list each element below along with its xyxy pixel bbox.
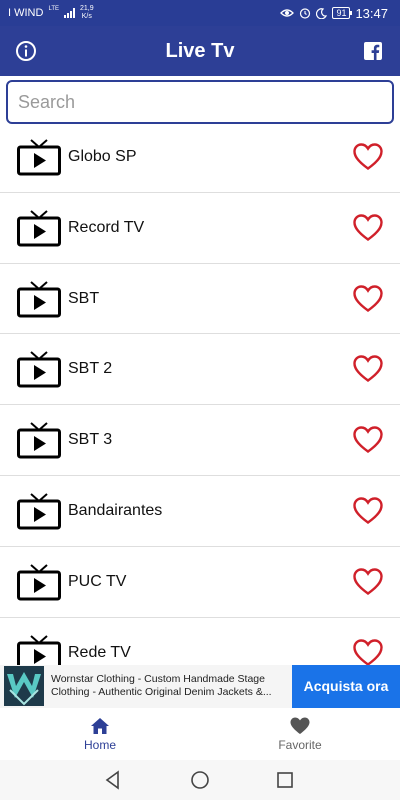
channel-name: SBT [68, 289, 100, 307]
signal-icon [64, 8, 76, 18]
list-item[interactable]: Globo SP [0, 122, 400, 193]
recents-icon[interactable] [275, 770, 295, 790]
bottom-nav: Home Favorite [0, 708, 400, 760]
channel-name: SBT 2 [68, 360, 113, 378]
channel-name: SBT 3 [68, 431, 113, 449]
tv-icon [17, 139, 61, 176]
network-type: LTE [48, 6, 60, 12]
ad-line-1: Wornstar Clothing - Custom Handmade Stag… [51, 673, 265, 685]
list-item[interactable]: SBT [0, 264, 400, 335]
eye-icon [280, 9, 295, 17]
nav-favorite-label: Favorite [278, 738, 322, 752]
home-circle-icon[interactable] [190, 770, 210, 790]
app-bar: Live Tv [0, 26, 400, 76]
channel-name: Rede TV [68, 643, 131, 661]
heart-icon [290, 717, 310, 734]
channel-name: PUC TV [68, 572, 127, 590]
list-item[interactable]: PUC TV [0, 547, 400, 618]
search-box [6, 80, 394, 124]
ad-line-2: Clothing - Authentic Original Denim Jack… [51, 686, 272, 698]
list-item[interactable]: SBT 2 [0, 334, 400, 406]
system-nav-bar [0, 760, 400, 800]
list-item[interactable]: Record TV [0, 193, 400, 264]
channel-name: Bandairantes [68, 501, 163, 519]
heart-icon[interactable] [353, 497, 383, 525]
tv-icon [17, 564, 61, 601]
tv-icon [17, 351, 61, 388]
facebook-icon[interactable] [363, 41, 383, 61]
clock: 13:47 [355, 5, 388, 21]
ad-banner[interactable]: Wornstar Clothing - Custom Handmade Stag… [0, 665, 400, 708]
nav-home[interactable]: Home [0, 708, 200, 760]
nav-home-label: Home [83, 738, 116, 752]
heart-icon[interactable] [353, 638, 383, 667]
speed-value: 21,9 [80, 5, 94, 12]
list-item[interactable]: SBT 3 [0, 405, 400, 476]
channel-name: Globo SP [68, 148, 137, 165]
heart-icon[interactable] [353, 568, 383, 596]
status-bar: I WIND LTE 21,9 K/s 91 13:47 [0, 0, 400, 26]
heart-icon[interactable] [353, 143, 383, 171]
back-icon[interactable] [103, 770, 123, 790]
battery-icon: 91 [332, 7, 353, 19]
tv-icon [17, 422, 61, 459]
tv-icon [17, 493, 61, 530]
search-input[interactable] [8, 82, 392, 122]
moon-icon [316, 7, 328, 19]
nav-favorite[interactable]: Favorite [200, 708, 400, 760]
channel-list: Globo SP Record TV SBT SBT 2 SBT 3 Banda… [0, 122, 400, 668]
heart-icon[interactable] [353, 214, 383, 242]
ad-cta-button[interactable]: Acquista ora [292, 665, 400, 708]
alarm-icon [300, 8, 311, 19]
speed-unit: K/s [81, 13, 92, 20]
heart-icon[interactable] [353, 426, 383, 454]
ad-text: Wornstar Clothing - Custom Handmade Stag… [51, 673, 286, 699]
page-title: Live Tv [165, 40, 235, 62]
network-speed: 21,9 K/s [80, 5, 94, 21]
heart-icon[interactable] [353, 284, 383, 313]
home-icon [91, 718, 109, 734]
list-item[interactable]: Rede TV [0, 618, 400, 668]
tv-icon [17, 280, 61, 318]
list-item[interactable]: Bandairantes [0, 476, 400, 547]
carrier-label: I WIND [8, 7, 44, 19]
ad-logo [4, 666, 44, 706]
tv-icon [17, 210, 61, 247]
channel-name: Record TV [68, 218, 145, 236]
tv-icon [17, 634, 61, 668]
heart-icon[interactable] [353, 355, 383, 383]
